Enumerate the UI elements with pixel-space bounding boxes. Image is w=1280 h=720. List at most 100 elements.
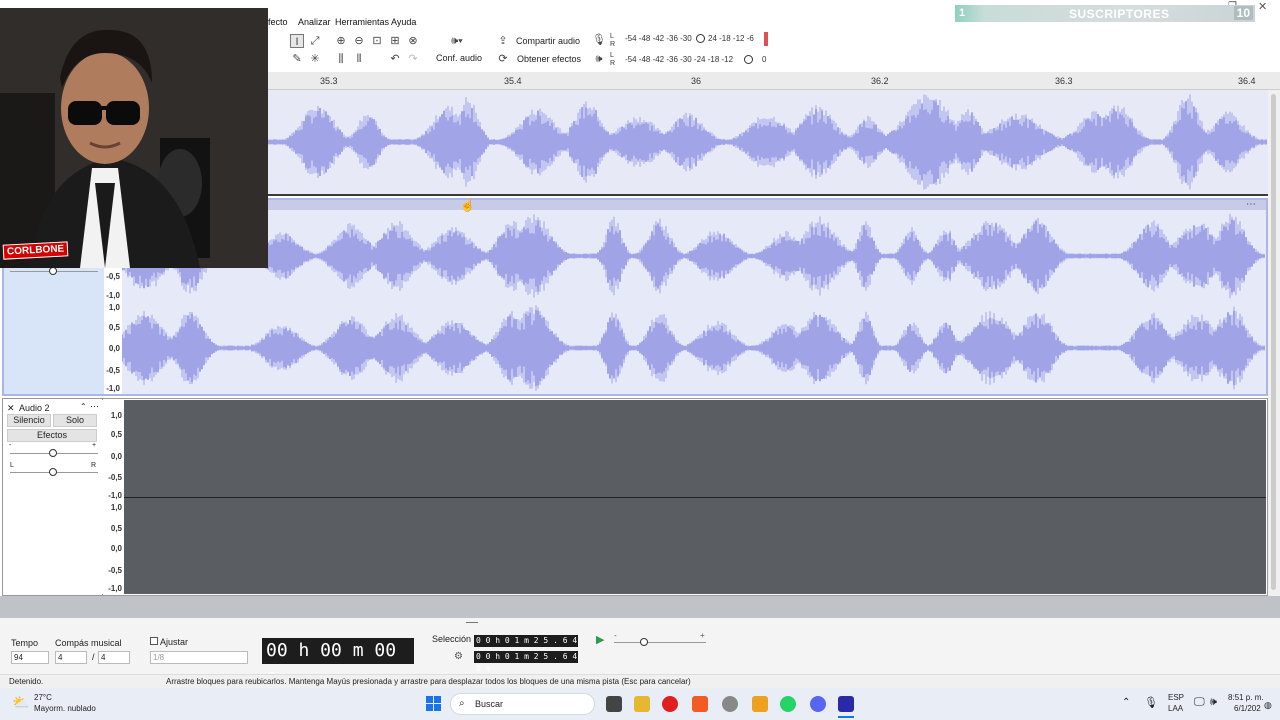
record-level-marker <box>764 32 768 46</box>
language-code[interactable]: ESP <box>1168 693 1184 702</box>
track-menu-icon[interactable]: ⋯ <box>90 401 99 412</box>
windows-start-icon[interactable] <box>426 696 441 711</box>
vertical-scrollbar[interactable] <box>1268 90 1280 596</box>
audio-setup-button[interactable]: Conf. audio <box>436 53 482 63</box>
weather-desc[interactable]: Mayorm. nublado <box>34 704 96 713</box>
track-controls-audio2[interactable]: ✕ Audio 2 ⌃ ⋯ Silencio Solo Efectos - + … <box>4 400 102 594</box>
gain-plus-icon: + <box>92 442 97 449</box>
close-track-icon[interactable]: ✕ <box>7 403 15 414</box>
selection-tool-icon[interactable]: I <box>290 34 304 48</box>
track2-waveform[interactable] <box>121 210 1266 394</box>
selection-end[interactable]: 0 0 h 0 1 m 2 5 . 6 4 8 s <box>474 651 578 673</box>
status-state: Detenido. <box>9 677 44 686</box>
time-sig-numerator[interactable]: 4 <box>55 651 87 664</box>
clock-date[interactable]: 6/1/202 <box>1234 704 1261 713</box>
time-sig-denominator[interactable]: 4 <box>98 651 130 664</box>
play-meter-scale[interactable]: -54 -48 -42 -36 -30 -24 -18 -12 <box>625 55 733 64</box>
zoom-toggle-icon[interactable]: ⊗ <box>406 34 420 48</box>
trim-icon[interactable]: ⫼ <box>334 52 348 66</box>
clip-handle-bar[interactable] <box>268 200 1266 210</box>
play-at-speed-icon[interactable]: ▶ <box>596 633 604 646</box>
zoom-out-icon[interactable]: ⊖ <box>352 34 366 48</box>
status-bar: Detenido. Arrastre bloques para reubicar… <box>0 674 1280 688</box>
notification-icon[interactable]: ◍ <box>1264 700 1272 711</box>
clock-time[interactable]: 8:51 p. m. <box>1228 693 1264 702</box>
menu-effect[interactable]: fecto <box>268 17 288 27</box>
menu-help[interactable]: Ayuda <box>391 17 416 27</box>
solo-button[interactable]: Solo <box>53 414 97 427</box>
selection-start[interactable]: 0 0 h 0 1 m 2 5 . 6 4 8 s <box>474 635 578 657</box>
speed-slider-track[interactable] <box>614 642 706 643</box>
clip-menu-icon[interactable]: ⋯ <box>1246 199 1256 210</box>
audio2-empty-area[interactable] <box>124 400 1266 594</box>
webcam-person-illustration <box>0 8 268 268</box>
speaker-icon[interactable]: 🕪 <box>592 52 606 66</box>
get-effects-button[interactable]: Obtener efectos <box>517 54 581 64</box>
selection-settings-icon[interactable]: ⚙ <box>454 651 463 662</box>
scale-label: -1,0 <box>108 491 122 500</box>
fit-selection-icon[interactable]: ⊡ <box>370 34 384 48</box>
volume-icon[interactable]: 🕪 <box>1210 696 1217 709</box>
speed-slider-thumb[interactable] <box>640 638 648 646</box>
draw-tool-icon[interactable]: ✎ <box>290 52 304 66</box>
vlc-icon[interactable] <box>752 696 768 712</box>
collapse-icon[interactable]: ⌃ <box>80 402 87 411</box>
taskbar-search[interactable]: ⌕ Buscar <box>450 693 595 715</box>
audio-setup-icon[interactable]: 🕪▾ <box>444 34 470 48</box>
opera-icon[interactable] <box>662 696 678 712</box>
discord-icon[interactable] <box>810 696 826 712</box>
empty-track-space[interactable] <box>0 596 1280 618</box>
pan-slider-thumb[interactable] <box>49 267 57 275</box>
envelope-tool-icon[interactable]: ⤢ <box>308 34 322 48</box>
play-meter-zero: 0 <box>762 55 767 64</box>
mute-button[interactable]: Silencio <box>7 414 51 427</box>
weather-temp[interactable]: 27°C <box>34 693 52 702</box>
mic-tray-icon[interactable]: 🎙 <box>1144 696 1158 709</box>
scale-label: 0,5 <box>110 430 122 439</box>
record-meter-scale[interactable]: -54 -48 -42 -36 -30 <box>625 34 692 43</box>
multi-tool-icon[interactable]: ✳ <box>308 52 322 66</box>
menu-tools[interactable]: Herramientas <box>335 17 389 27</box>
get-effects-icon[interactable]: ⟳ <box>496 52 510 66</box>
tempo-input[interactable]: 94 <box>11 651 49 664</box>
microphone-icon[interactable]: 🎙 <box>592 33 606 47</box>
task-view-icon[interactable] <box>606 696 622 712</box>
snap-checkbox[interactable] <box>150 637 158 645</box>
menu-analyze[interactable]: Analizar <box>298 17 331 27</box>
network-icon[interactable]: 🖵 <box>1194 696 1205 709</box>
weather-icon[interactable]: ⛅ <box>12 694 29 711</box>
resize-grip[interactable] <box>466 622 478 623</box>
tray-chevron-icon[interactable]: ⌃ <box>1122 697 1130 708</box>
share-audio-button[interactable]: Compartir audio <box>516 36 580 46</box>
undo-icon[interactable]: ↶ <box>388 52 402 66</box>
audacity-icon[interactable] <box>838 696 854 712</box>
snap-select[interactable]: 1/8 <box>150 651 248 664</box>
zoom-in-icon[interactable]: ⊕ <box>334 34 348 48</box>
time-sig-separator: / <box>92 652 95 662</box>
track1-waveform[interactable] <box>267 90 1268 196</box>
gain-slider-thumb[interactable] <box>49 449 57 457</box>
record-meter-slider[interactable] <box>696 34 705 43</box>
scrollbar-thumb[interactable] <box>1271 94 1276 590</box>
effects-button[interactable]: Efectos <box>7 429 97 442</box>
waveform-svg <box>267 94 1267 190</box>
whatsapp-icon[interactable] <box>780 696 796 712</box>
keyboard-layout[interactable]: LAA <box>1168 704 1183 713</box>
time-display[interactable]: 00 h 00 m 00 s <box>262 638 414 687</box>
pan-slider-thumb[interactable] <box>49 468 57 476</box>
file-explorer-icon[interactable] <box>634 696 650 712</box>
play-meter-slider[interactable] <box>744 55 753 64</box>
fit-project-icon[interactable]: ⊞ <box>388 34 402 48</box>
record-meter-scale-2[interactable]: 24 -18 -12 -6 <box>708 34 754 43</box>
search-label: Buscar <box>475 699 504 709</box>
share-audio-icon[interactable]: ⇪ <box>496 34 510 48</box>
scale-label: 1,0 <box>110 503 122 512</box>
app-icon[interactable] <box>722 696 738 712</box>
brave-icon[interactable] <box>692 696 708 712</box>
close-icon[interactable]: ✕ <box>1258 0 1267 13</box>
track-name[interactable]: Audio 2 <box>19 403 50 413</box>
timeline-ruler[interactable]: 35.3 35.4 36 36.2 36.3 36.4 <box>268 72 1280 90</box>
scale-label: 1,0 <box>108 303 120 312</box>
silence-icon[interactable]: ⫴ <box>352 52 366 66</box>
redo-icon[interactable]: ↷ <box>406 52 420 66</box>
